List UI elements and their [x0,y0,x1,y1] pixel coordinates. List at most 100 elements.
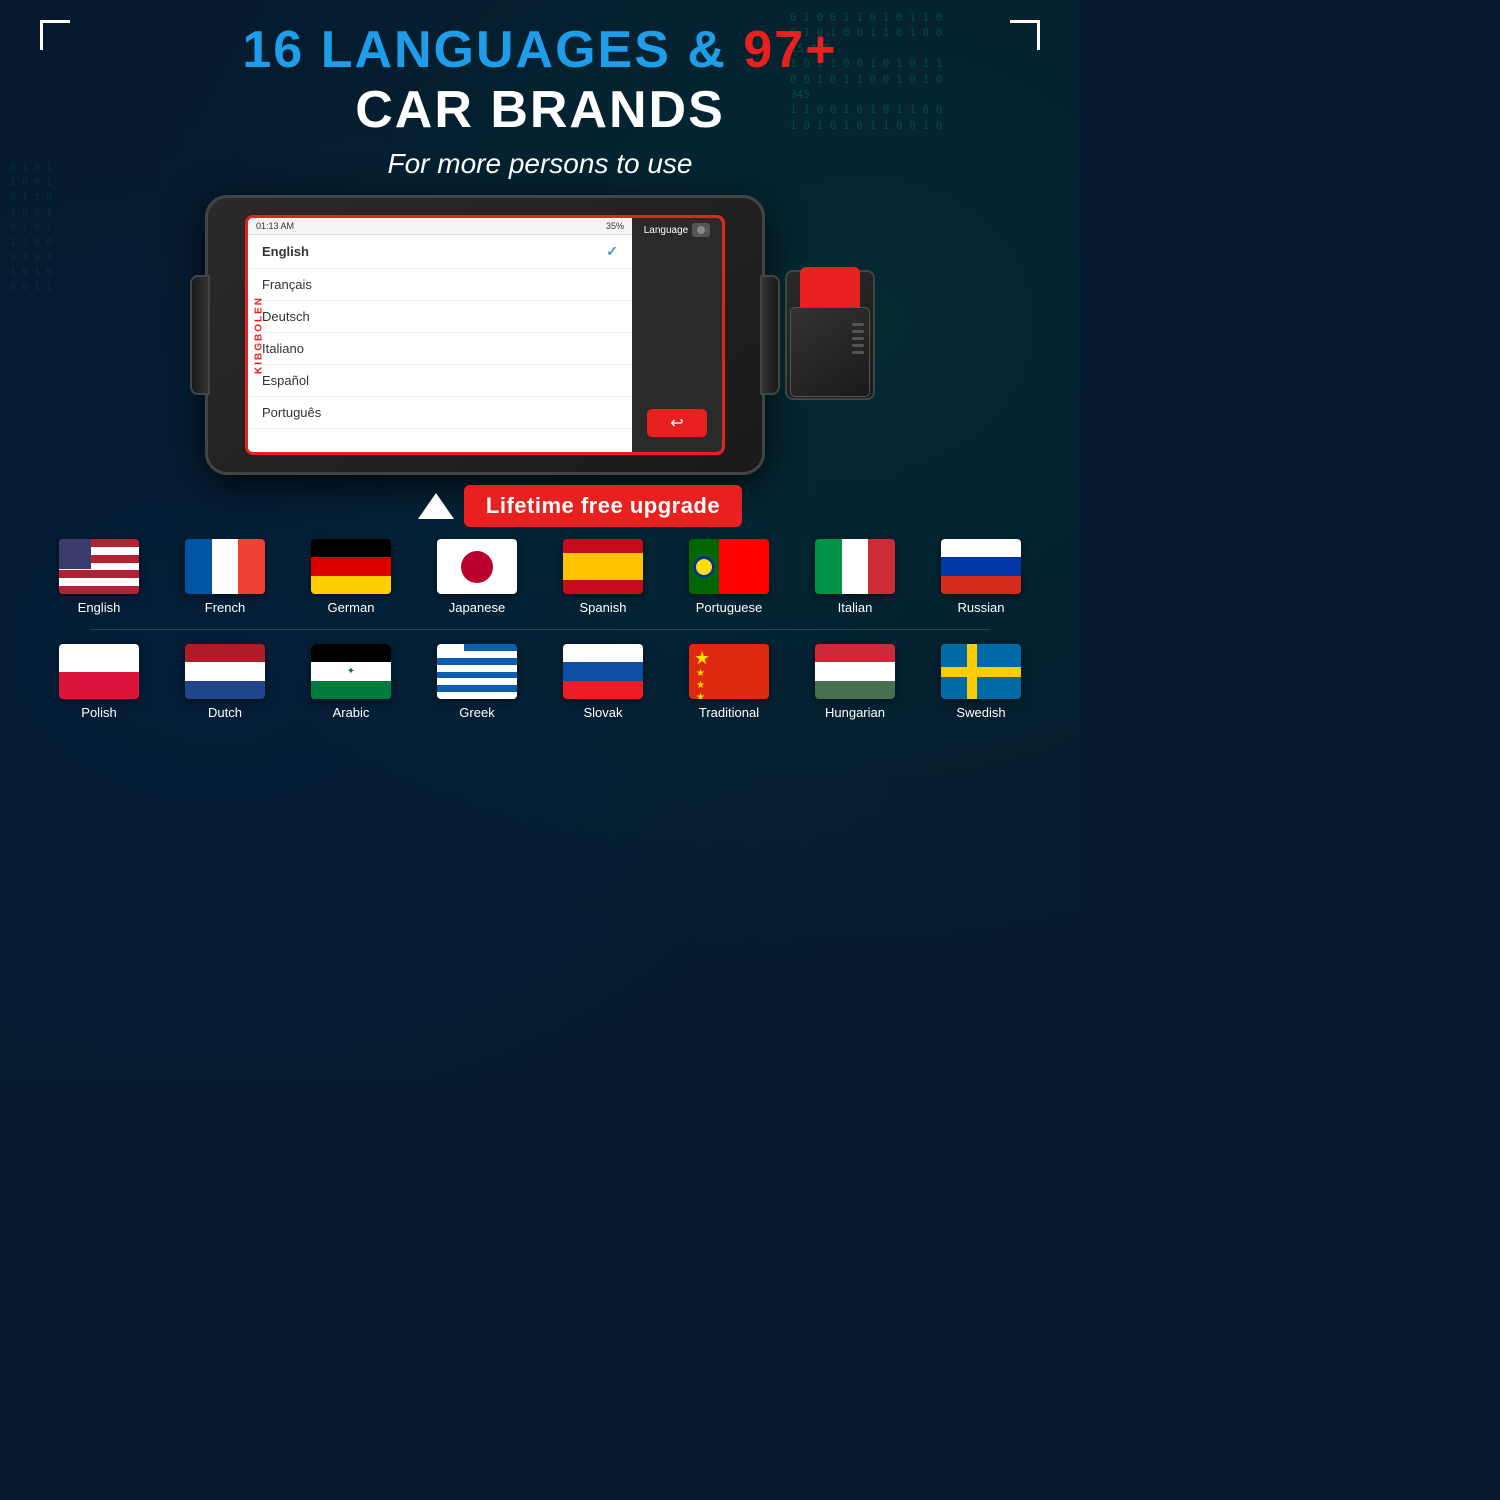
lang-cell-german: German [292,539,410,615]
lang-item-italian[interactable]: Italiano [248,333,632,365]
cn-star-s3: ★ [696,693,705,699]
lang-name-italian: Italiano [262,341,304,356]
flag-es [563,539,643,594]
lang-cell-dutch: Dutch [166,644,284,720]
lang-cell-swedish: Swedish [922,644,1040,720]
cn-stars-small: ★ ★ ★ ★ [696,669,705,699]
se-cross-vertical [967,644,977,699]
lang-item-portuguese[interactable]: Português [248,397,632,429]
lang-cell-slovak: Slovak [544,644,662,720]
arabic-star: ✦ [347,666,355,677]
cn-star-s2: ★ [696,681,705,691]
grip-line-5 [852,351,864,354]
language-list[interactable]: English ✓ Français Deutsch Italiano [248,235,632,429]
lang-name-portuguese: Português [262,405,321,420]
lang-cell-greek: Greek [418,644,536,720]
brand-label: KIBGBOLEN [254,296,265,374]
lang-label-hungarian: Hungarian [825,705,885,720]
flag-jp [437,539,517,594]
time-display: 01:13 AM [256,221,294,231]
lang-cell-japanese: Japanese [418,539,536,615]
device-screen: 01:13 AM 35% English ✓ Français Deutsch [245,215,725,455]
lang-cell-polish: Polish [40,644,158,720]
lang-item-spanish[interactable]: Español [248,365,632,397]
obd-connector [785,270,875,400]
lang-name-english: English [262,244,309,259]
language-row-1: English French German [40,539,1040,615]
status-bar: 01:13 AM 35% [248,218,632,235]
lang-cell-english: English [40,539,158,615]
lang-label-dutch: Dutch [208,705,242,720]
lang-label-japanese: Japanese [449,600,505,615]
lang-label-polish: Polish [81,705,116,720]
lang-name-german: Deutsch [262,309,310,324]
upgrade-arrow [418,493,454,519]
flag-pl [59,644,139,699]
obd-top [800,267,860,307]
flag-cn: ★ ★ ★ ★ ★ [689,644,769,699]
cn-star-s1: ★ [696,669,705,679]
flag-fr [185,539,265,594]
lang-cell-spanish: Spanish [544,539,662,615]
flag-se [941,644,1021,699]
lang-label-french: French [205,600,245,615]
lang-label-arabic: Arabic [333,705,370,720]
lang-name-french: Français [262,277,312,292]
lang-label-portuguese: Portuguese [696,600,763,615]
flag-gr [437,644,517,699]
title-number: 16 [242,21,304,79]
lang-item-english[interactable]: English ✓ [248,235,632,269]
language-label: Language [644,225,689,236]
lang-cell-russian: Russian [922,539,1040,615]
obd-grip-lines [852,323,864,354]
lang-label-english: English [78,600,121,615]
scanner-right-grip [760,275,780,395]
lang-label-traditional: Traditional [699,705,759,720]
battery-display: 35% [606,221,624,231]
flag-ar: ✦ [311,644,391,699]
lang-label-slovak: Slovak [583,705,622,720]
flag-pt [689,539,769,594]
grip-line-4 [852,344,864,347]
language-row-2: Polish Dutch ✦ [40,644,1040,720]
screen-main: 01:13 AM 35% English ✓ Français Deutsch [248,218,632,452]
back-button[interactable]: ↩ [647,409,707,437]
subtitle: For more persons to use [387,148,692,180]
scanner-left-grip [190,275,210,395]
check-mark: ✓ [606,243,618,260]
title-block: 16 LANGUAGES & 97+ CAR BRANDS [242,20,837,140]
lang-label-italian: Italian [838,600,873,615]
device-section: KIBGBOLEN 01:13 AM 35% English ✓ Fran [30,195,1050,475]
camera-icon [692,223,710,237]
title-97plus: 97+ [743,21,837,79]
lang-cell-portuguese: Portuguese [670,539,788,615]
lang-cell-italian: Italian [796,539,914,615]
lang-cell-arabic: ✦ Arabic [292,644,410,720]
language-grid: English French German [30,539,1050,720]
screen-sidebar: Language ↩ [632,218,722,452]
flag-nl [185,644,265,699]
lang-label-greek: Greek [459,705,494,720]
obd-body [790,307,870,397]
lang-item-french[interactable]: Français [248,269,632,301]
flag-it [815,539,895,594]
grip-line-1 [852,323,864,326]
flag-hu [815,644,895,699]
flag-sk [563,644,643,699]
upgrade-section: Lifetime free upgrade [30,485,1050,527]
grip-line-2 [852,330,864,333]
title-car-brands: CAR BRANDS [242,80,837,140]
lang-cell-french: French [166,539,284,615]
lang-label-german: German [328,600,375,615]
sidebar-header: Language [644,223,711,237]
flag-ru [941,539,1021,594]
se-cross-horizontal [941,667,1021,677]
title-languages: LANGUAGES & [321,21,727,79]
cn-star-large: ★ [694,649,712,667]
lang-label-russian: Russian [958,600,1005,615]
lang-label-spanish: Spanish [580,600,627,615]
scanner-device: KIBGBOLEN 01:13 AM 35% English ✓ Fran [205,195,765,475]
lang-item-german[interactable]: Deutsch [248,301,632,333]
lang-cell-traditional: ★ ★ ★ ★ ★ Traditional [670,644,788,720]
lang-label-swedish: Swedish [956,705,1005,720]
